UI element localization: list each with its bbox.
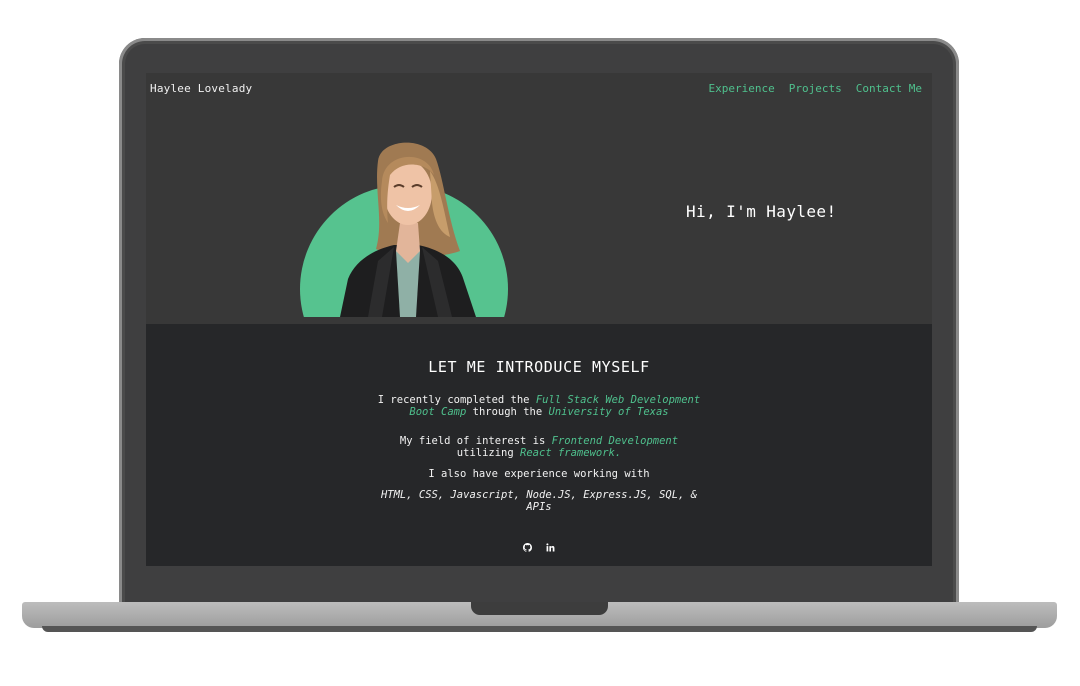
hero-greeting: Hi, I'm Haylee! [686, 202, 837, 221]
hero-section: Haylee Lovelady Experience Projects Cont… [146, 73, 932, 324]
about-paragraph-bootcamp: I recently completed the Full Stack Web … [374, 394, 704, 418]
laptop-base-shadow [42, 626, 1037, 632]
profile-portrait [340, 142, 476, 317]
linkedin-icon[interactable] [546, 543, 555, 552]
about-section: LET ME INTRODUCE MYSELF I recently compl… [146, 324, 932, 566]
nav-link-experience[interactable]: Experience [709, 82, 775, 95]
about-paragraph-experience: I also have experience working with [428, 468, 650, 480]
github-icon[interactable] [523, 543, 532, 552]
about-paragraph-interest: My field of interest is Frontend Develop… [374, 435, 704, 459]
nav-link-projects[interactable]: Projects [789, 82, 842, 95]
laptop-screen: Haylee Lovelady Experience Projects Cont… [146, 73, 932, 566]
nav-link-contact[interactable]: Contact Me [856, 82, 922, 95]
text-segment: My field of interest is [399, 435, 546, 447]
profile-photo [298, 141, 510, 317]
text-segment: utilizing [456, 447, 514, 459]
about-heading: LET ME INTRODUCE MYSELF [428, 358, 650, 376]
main-nav: Experience Projects Contact Me [709, 82, 922, 95]
text-segment: through the [472, 406, 543, 418]
laptop-mockup: Haylee Lovelady Experience Projects Cont… [0, 0, 1080, 686]
highlight-react: React framework. [520, 447, 622, 459]
highlight-university: University of Texas [548, 406, 669, 418]
highlight-frontend: Frontend Development [551, 435, 679, 447]
skills-list: HTML, CSS, Javascript, Node.JS, Express.… [380, 489, 698, 513]
social-links [146, 543, 932, 552]
site-brand[interactable]: Haylee Lovelady [150, 82, 252, 95]
laptop-notch [471, 602, 608, 615]
text-segment: I recently completed the [377, 394, 530, 406]
